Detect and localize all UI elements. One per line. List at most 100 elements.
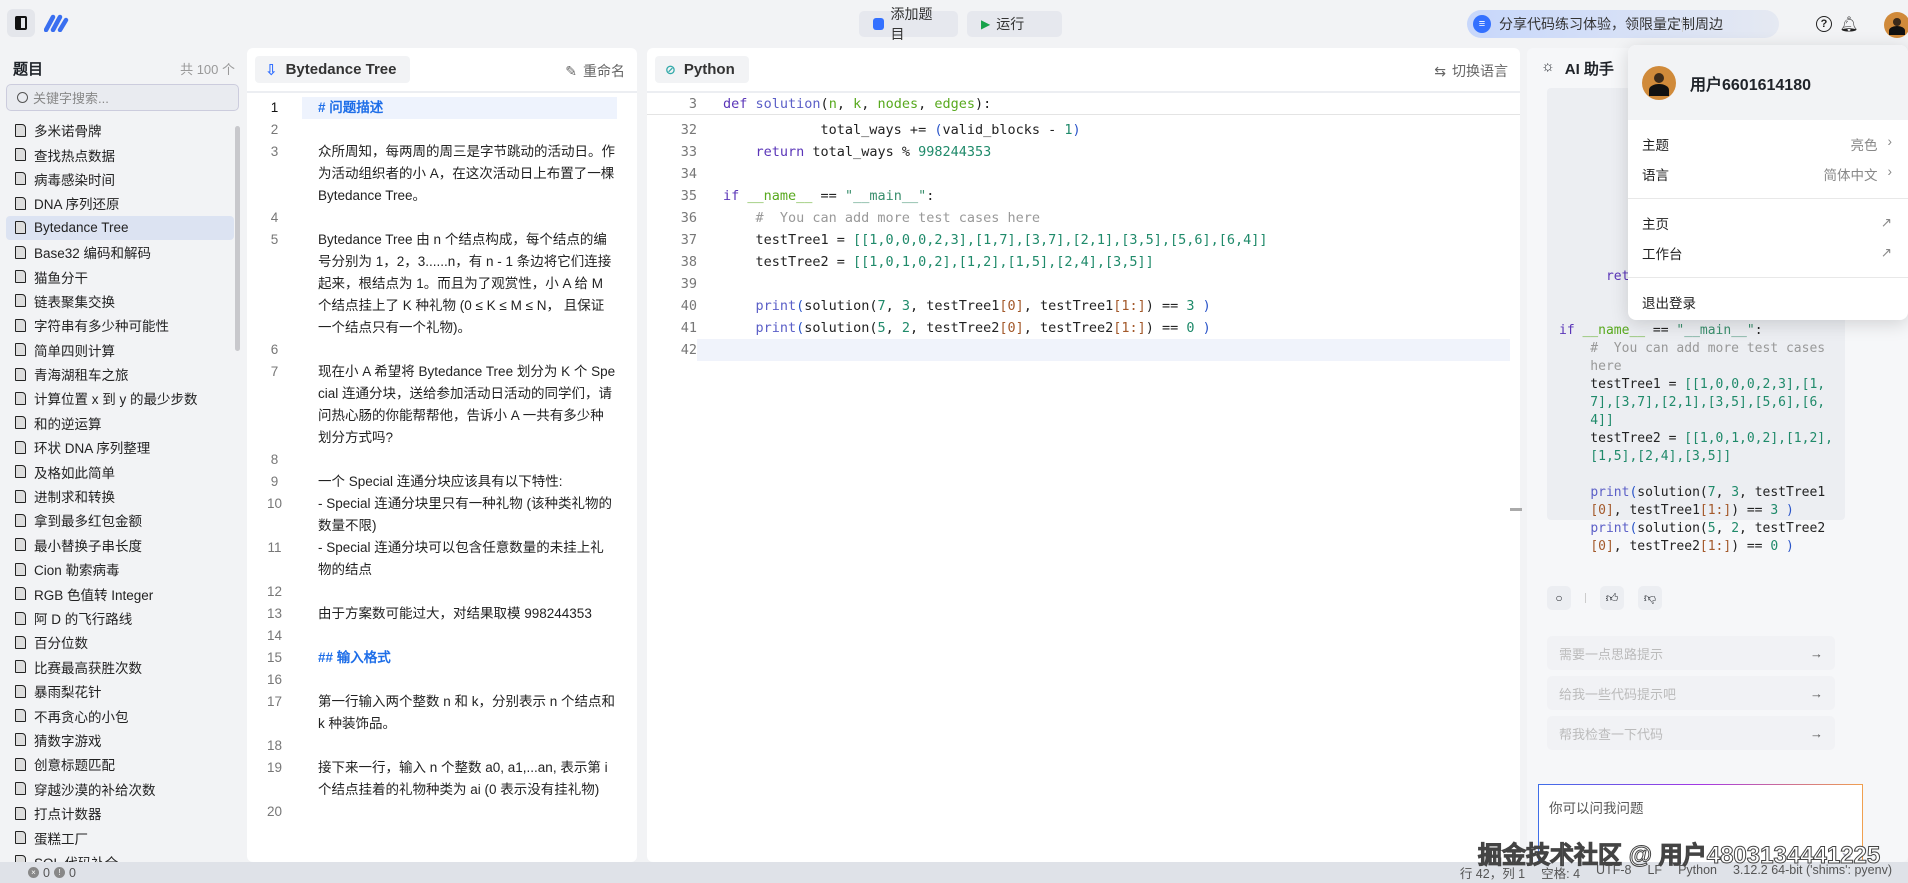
sidebar-item[interactable]: 查找热点数据 bbox=[6, 142, 234, 166]
code-token: , bbox=[861, 95, 878, 112]
sidebar-item[interactable]: 简单四则计算 bbox=[6, 338, 234, 362]
code-token: testTree2 = bbox=[723, 254, 854, 270]
line-code: total_ways += (valid_blocks - 1) bbox=[697, 119, 1520, 141]
line-text bbox=[302, 339, 617, 361]
error-count[interactable]: 0 bbox=[43, 866, 50, 880]
switch-language-button[interactable]: ⇆ 切换语言 bbox=[1434, 61, 1508, 81]
line-number: 36 bbox=[680, 210, 697, 226]
user-avatar[interactable] bbox=[1884, 12, 1908, 38]
search-placeholder: 关键字搜索... bbox=[33, 91, 109, 106]
sidebar-item[interactable]: Base32 编码和解码 bbox=[6, 240, 234, 264]
code-token: [0] bbox=[1590, 539, 1614, 554]
sidebar-item[interactable]: 蛋糕工厂 bbox=[6, 825, 234, 849]
resize-handle[interactable] bbox=[1510, 508, 1522, 511]
line-number: 15 bbox=[266, 650, 283, 665]
document-icon bbox=[15, 123, 26, 137]
sidebar-item[interactable]: Cion 勒索病毒 bbox=[6, 557, 234, 581]
help-icon[interactable]: ? bbox=[1813, 13, 1835, 35]
sidebar-item[interactable]: 猜数字游戏 bbox=[6, 728, 234, 752]
code-token: print bbox=[1590, 521, 1630, 536]
sidebar-item[interactable]: 拿到最多红包金额 bbox=[6, 508, 234, 532]
problem-sidebar: 题目 共 100 个 关键字搜索... 多米诺骨牌 查找热点数据 病毒感染时间 DNA… bbox=[0, 48, 245, 871]
sidebar-item[interactable]: 打点计数器 bbox=[6, 801, 234, 825]
sidebar-item[interactable]: 环状 DNA 序列整理 bbox=[6, 435, 234, 459]
code-token: solution( bbox=[1637, 485, 1708, 500]
top-bar: 添加题目 ▶ 运行 ≡ 分享代码练习体验，领限量定制周边 ? 🔔︎ bbox=[0, 0, 1908, 48]
menu-item-workspace[interactable]: 工作台 ↗ bbox=[1628, 238, 1908, 268]
line-text bbox=[302, 801, 617, 823]
bell-icon[interactable]: 🔔︎ bbox=[1838, 13, 1860, 35]
line-text: 由于方案数可能过大，对结果取模 998244353 bbox=[318, 606, 592, 621]
swap-icon: ⇆ bbox=[1434, 62, 1446, 79]
sidebar-item[interactable]: 暴雨梨花针 bbox=[6, 679, 234, 703]
code-token: if bbox=[1559, 323, 1583, 338]
toggle-sidebar-button[interactable] bbox=[7, 9, 35, 37]
suggestion-button[interactable]: 需要一点思路提示 → bbox=[1547, 636, 1835, 670]
sidebar-item[interactable]: 青海湖租车之旅 bbox=[6, 362, 234, 386]
search-icon bbox=[17, 92, 28, 103]
menu-item-language[interactable]: 语言 简体中文 › bbox=[1628, 159, 1908, 189]
suggestion-button[interactable]: 帮我检查一下代码 → bbox=[1547, 716, 1835, 750]
sidebar-item-label: 最小替换子串长度 bbox=[34, 538, 142, 554]
thumbs-up-icon[interactable]: 👍︎ bbox=[1600, 586, 1624, 610]
sidebar-item[interactable]: DNA 序列还原 bbox=[6, 191, 234, 215]
run-button[interactable]: ▶ 运行 bbox=[967, 11, 1062, 37]
search-input[interactable]: 关键字搜索... bbox=[6, 84, 239, 111]
line-text: # 问题描述 bbox=[302, 97, 617, 119]
sidebar-item[interactable]: 计算位置 x 到 y 的最少步数 bbox=[6, 386, 234, 410]
sidebar-item[interactable]: 穿越沙漠的补给次数 bbox=[6, 777, 234, 801]
sidebar-item[interactable]: RGB 色值转 Integer bbox=[6, 581, 234, 605]
regenerate-icon[interactable]: ○ bbox=[1547, 586, 1571, 610]
sidebar-item[interactable]: 字符串有多少种可能性 bbox=[6, 313, 234, 337]
code-editor[interactable]: 3 def solution(n, k, nodes, edges): 32 tot… bbox=[647, 93, 1520, 361]
code-token: , testTree2 bbox=[910, 320, 1000, 336]
tab-problem[interactable]: ⇩ Bytedance Tree bbox=[255, 56, 411, 83]
code-token: print bbox=[1590, 485, 1630, 500]
menu-item-theme[interactable]: 主题 亮色 › bbox=[1628, 129, 1908, 159]
line-code: testTree1 = [[1,0,0,0,2,3],[1,7],[3,7],[… bbox=[697, 229, 1520, 251]
warning-count[interactable]: 0 bbox=[69, 866, 76, 880]
description-editor[interactable]: 1 # 问题描述 2 3 众所周知，每两周的周三是字节跳动的活动日。作为活动组织者的小… bbox=[247, 93, 637, 823]
sidebar-item-label: DNA 序列还原 bbox=[34, 197, 120, 213]
code-line: 32 total_ways += (valid_blocks - 1) bbox=[647, 119, 1520, 141]
sidebar-item-label: 查找热点数据 bbox=[34, 148, 115, 164]
code-token: 0 bbox=[1770, 539, 1779, 554]
line-text bbox=[302, 207, 617, 229]
menu-item-home[interactable]: 主页 ↗ bbox=[1628, 208, 1908, 238]
sidebar-item[interactable]: 不再贪心的小包 bbox=[6, 703, 234, 727]
sidebar-title: 题目 bbox=[13, 61, 44, 78]
code-token: ) == bbox=[1145, 298, 1187, 314]
chevron-right-icon: › bbox=[1887, 134, 1893, 149]
user-menu: 用户6601614180 主题 亮色 › 语言 简体中文 › 主页 ↗ 工作台 ↗ 退出登录 bbox=[1628, 45, 1908, 320]
sidebar-item[interactable]: 多米诺骨牌 bbox=[6, 118, 234, 142]
watermark: 掘金技术社区 @ 用户4803134441225 bbox=[1477, 842, 1881, 870]
sidebar-item[interactable]: 病毒感染时间 bbox=[6, 167, 234, 191]
code-token: def bbox=[723, 95, 756, 112]
suggestion-label: 帮我检查一下代码 bbox=[1559, 726, 1664, 742]
sidebar-item[interactable]: 最小替换子串长度 bbox=[6, 533, 234, 557]
sidebar-item[interactable]: 百分位数 bbox=[6, 630, 234, 654]
code-token: solution( bbox=[804, 298, 878, 314]
problem-list: 多米诺骨牌查找热点数据病毒感染时间 DNA 序列还原 Bytedance Tree B… bbox=[6, 118, 234, 874]
sidebar-item[interactable]: 链表聚集交换 bbox=[6, 289, 234, 313]
sidebar-item[interactable]: Bytedance Tree bbox=[6, 215, 234, 240]
sidebar-item[interactable]: 进制求和转换 bbox=[6, 484, 234, 508]
sidebar-item[interactable]: 比赛最高获胜次数 bbox=[6, 655, 234, 679]
line-number: 1 bbox=[270, 100, 279, 115]
sidebar-item[interactable]: 创意标题匹配 bbox=[6, 752, 234, 776]
sidebar-item[interactable]: 和的逆运算 bbox=[6, 411, 234, 435]
document-icon bbox=[15, 221, 26, 235]
sidebar-item[interactable]: 及格如此简单 bbox=[6, 459, 234, 483]
code-token: solution( bbox=[804, 320, 878, 336]
sidebar-item-label: Cion 勒索病毒 bbox=[34, 563, 120, 579]
share-promo-banner[interactable]: ≡ 分享代码练习体验，领限量定制周边 bbox=[1467, 10, 1779, 38]
sidebar-item[interactable]: 猫鱼分干 bbox=[6, 264, 234, 288]
rename-button[interactable]: ✎ 重命名 bbox=[565, 61, 625, 81]
tab-python[interactable]: ⊘ Python bbox=[655, 56, 749, 83]
suggestion-button[interactable]: 给我一些代码提示吧 → bbox=[1547, 676, 1835, 710]
thumbs-down-icon[interactable]: 👎︎ bbox=[1638, 586, 1662, 610]
scrollbar[interactable] bbox=[235, 126, 240, 351]
add-problem-button[interactable]: 添加题目 bbox=[859, 6, 958, 42]
menu-item-logout[interactable]: 退出登录 bbox=[1628, 287, 1908, 317]
sidebar-item[interactable]: 阿 D 的飞行路线 bbox=[6, 606, 234, 630]
